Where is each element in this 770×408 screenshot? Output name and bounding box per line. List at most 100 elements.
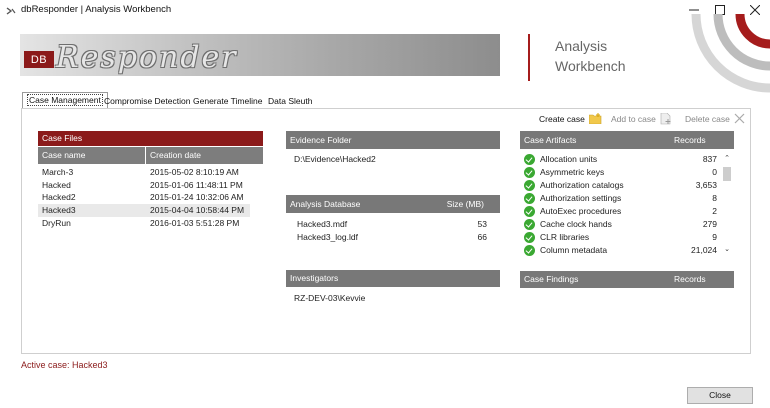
active-case-status: Active case: Hacked3: [21, 360, 108, 370]
artifact-count: 837: [702, 154, 717, 164]
evidence-folder-section: Evidence Folder: [286, 131, 500, 149]
add-to-case-label: Add to case: [611, 114, 656, 124]
size-column-header: Size (MB): [446, 199, 484, 209]
check-icon: [524, 154, 535, 165]
investigators-section: Investigators: [286, 270, 500, 287]
investigators-header: Investigators: [286, 270, 500, 287]
check-icon: [524, 219, 535, 230]
db-file-size: 66: [477, 232, 487, 242]
case-date: 2015-05-02 8:10:19 AM: [150, 167, 239, 177]
case-name: March-3: [42, 167, 74, 177]
case-name: Hacked2: [42, 192, 76, 203]
db-file-row: Hacked3.mdf 53: [297, 219, 487, 229]
case-findings-section: Case Findings Records: [520, 271, 734, 288]
case-row[interactable]: Hacked2 2015-01-24 10:32:06 AM: [38, 191, 263, 204]
artifact-row[interactable]: Authorization settings 8: [524, 192, 718, 205]
tab-label: Compromise Detection: [104, 96, 191, 106]
tab-generate-timeline[interactable]: Generate Timeline: [189, 94, 266, 109]
artifact-row[interactable]: CLR libraries 9: [524, 231, 718, 244]
folder-add-icon: [588, 113, 602, 124]
artifact-row[interactable]: Authorization catalogs 3,653: [524, 179, 718, 192]
scroll-down-icon[interactable]: ⌄: [721, 245, 733, 253]
case-date: 2015-01-06 11:48:11 PM: [150, 179, 243, 190]
artifact-name: Cache clock hands: [540, 219, 612, 229]
decorative-arcs-icon: [691, 14, 770, 93]
artifact-row[interactable]: Column metadata 21,024: [524, 244, 718, 257]
col-creation-date[interactable]: Creation date: [146, 147, 263, 164]
case-artifacts-title: Case Artifacts: [524, 135, 577, 145]
case-name: DryRun: [42, 217, 71, 228]
logo-badge: DB: [24, 51, 54, 68]
app-icon: [6, 7, 16, 15]
case-artifacts-header: Case Artifacts Records: [520, 131, 734, 149]
case-findings-header: Case Findings Records: [520, 271, 734, 288]
tab-label: Generate Timeline: [193, 96, 263, 106]
create-case-label: Create case: [539, 113, 585, 124]
check-icon: [524, 193, 535, 204]
analysis-database-title: Analysis Database: [290, 199, 361, 209]
check-icon: [524, 180, 535, 191]
workbench-title-line1: Analysis: [555, 38, 608, 54]
case-date: 2015-01-24 10:32:06 AM: [150, 192, 244, 203]
artifact-row[interactable]: Allocation units 837: [524, 153, 718, 166]
db-file-name: Hacked3_log.ldf: [297, 232, 358, 242]
case-files-section: Case Files Case name Creation date March…: [38, 131, 263, 229]
artifact-name: CLR libraries: [540, 232, 590, 242]
tab-data-sleuth[interactable]: Data Sleuth: [264, 94, 316, 109]
investigator-name: RZ-DEV-03\Kevvie: [294, 293, 366, 303]
analysis-database-section: Analysis Database Size (MB): [286, 195, 500, 213]
delete-case-button[interactable]: Delete case: [685, 113, 745, 124]
findings-records-header: Records: [674, 274, 706, 284]
artifact-name: Authorization catalogs: [540, 180, 624, 190]
tab-label: Data Sleuth: [268, 96, 313, 106]
case-files-columns: Case name Creation date: [38, 147, 263, 164]
tab-case-management[interactable]: Case Management: [22, 92, 108, 109]
tab-compromise-detection[interactable]: Compromise Detection: [100, 94, 194, 109]
scroll-up-icon[interactable]: ⌃: [721, 154, 733, 162]
col-case-name[interactable]: Case name: [38, 147, 145, 164]
case-name: Hacked: [42, 179, 71, 190]
case-name: Hacked3: [42, 205, 76, 216]
artifact-name: Allocation units: [540, 154, 598, 164]
artifact-count: 279: [702, 219, 717, 229]
close-button[interactable]: Close: [687, 387, 753, 404]
workbench-title: Analysis Workbench: [555, 36, 665, 76]
artifact-name: Asymmetric keys: [540, 167, 605, 177]
delete-case-label: Delete case: [685, 113, 730, 124]
artifact-count: 2: [712, 206, 717, 216]
check-icon: [524, 232, 535, 243]
case-date: 2015-04-04 10:58:44 PM: [150, 205, 245, 216]
scrollbar-thumb[interactable]: [723, 167, 731, 181]
analysis-database-header: Analysis Database Size (MB): [286, 195, 500, 213]
add-to-case-button[interactable]: Add to case: [611, 113, 672, 125]
case-row-selected[interactable]: Hacked3 2015-04-04 10:58:44 PM: [38, 204, 250, 217]
workbench-title-line2: Workbench: [555, 58, 626, 74]
artifact-count: 3,653: [695, 180, 717, 190]
banner-divider: [528, 34, 530, 81]
add-document-icon: [660, 113, 671, 125]
artifact-name: Authorization settings: [540, 193, 622, 203]
case-row[interactable]: Hacked 2015-01-06 11:48:11 PM: [38, 179, 263, 192]
logo-text: Responder: [56, 40, 238, 75]
case-row[interactable]: March-3 2015-05-02 8:10:19 AM: [38, 166, 263, 179]
artifact-count: 21,024: [691, 245, 717, 255]
artifact-count: 8: [712, 193, 717, 203]
artifact-row[interactable]: Asymmetric keys 0: [524, 166, 718, 179]
create-case-button[interactable]: Create case: [539, 113, 602, 124]
window-title: dbResponder | Analysis Workbench: [21, 4, 172, 15]
check-icon: [524, 206, 535, 217]
case-findings-title: Case Findings: [524, 274, 579, 284]
evidence-folder-path: D:\Evidence\Hacked2: [294, 154, 376, 164]
artifact-count: 0: [712, 167, 717, 177]
tab-label: Case Management: [27, 94, 103, 106]
check-icon: [524, 245, 535, 256]
case-files-header: Case Files: [38, 131, 263, 146]
artifact-row[interactable]: Cache clock hands 279: [524, 218, 718, 231]
case-files-list: March-3 2015-05-02 8:10:19 AM Hacked 201…: [38, 166, 263, 229]
artifact-row[interactable]: AutoExec procedures 2: [524, 205, 718, 218]
case-row[interactable]: DryRun 2016-01-03 5:51:28 PM: [38, 217, 263, 230]
records-column-header: Records: [674, 135, 706, 145]
evidence-folder-header: Evidence Folder: [286, 131, 500, 149]
db-file-name: Hacked3.mdf: [297, 219, 348, 229]
check-icon: [524, 167, 535, 178]
